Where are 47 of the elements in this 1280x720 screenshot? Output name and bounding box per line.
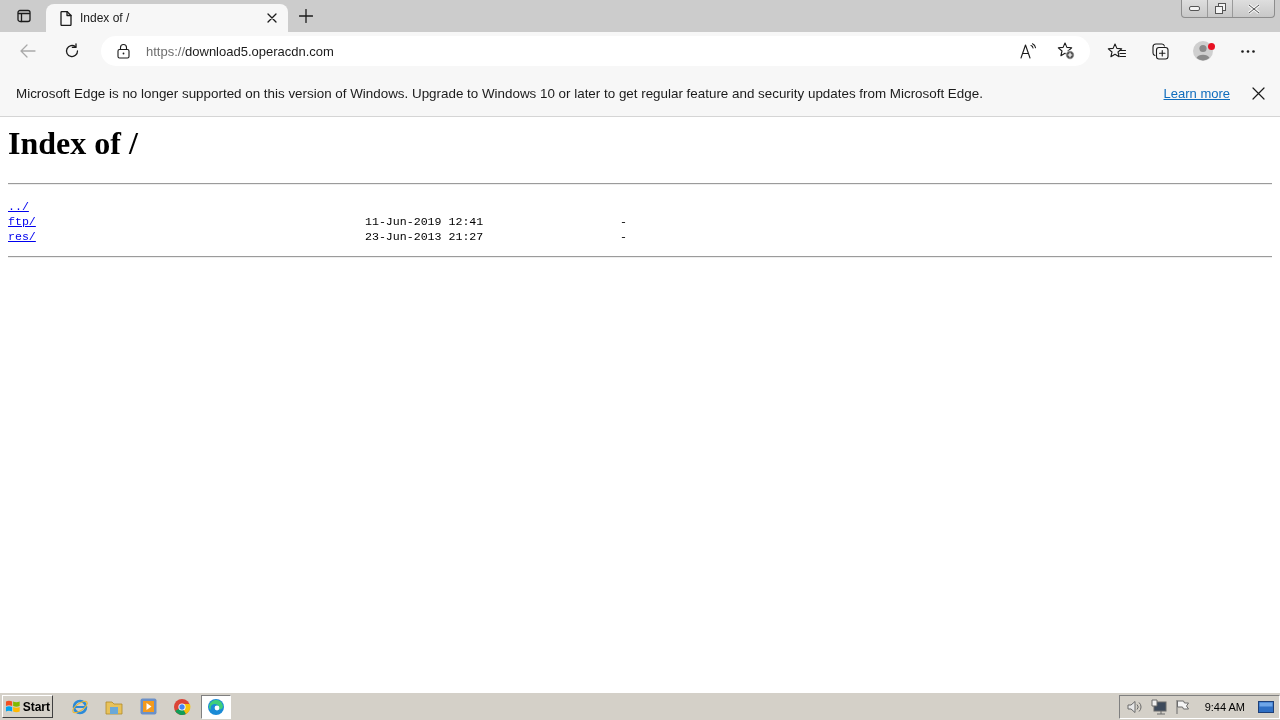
close-icon [1247,3,1260,14]
restore-icon [1214,3,1226,14]
browser-tab[interactable]: Index of / [46,4,288,32]
refresh-icon [64,43,80,59]
desktop-icon [1258,700,1274,713]
dismiss-button[interactable] [1250,85,1266,101]
start-button[interactable]: Start [2,695,53,718]
close-icon [267,13,277,23]
size-text: - [620,229,627,244]
globe-e-icon [71,697,89,716]
more-dots-icon [1241,49,1255,53]
directory-link[interactable]: ftp/ [8,214,36,229]
avatar-icon [1193,40,1215,62]
flag-icon [1175,699,1191,714]
speaker-icon [1126,699,1143,714]
learn-more-link[interactable]: Learn more [1163,85,1230,101]
directory-link[interactable]: res/ [8,229,36,244]
read-aloud-icon [1020,43,1038,59]
wave-ball-icon [207,697,225,716]
collections-icon [1151,42,1169,60]
address-bar[interactable]: https://download5.operacdn.com [101,36,1090,66]
taskbar-app-button[interactable] [201,694,231,719]
document-icon [60,10,72,26]
close-icon [1251,86,1265,100]
play-tile-icon [139,698,157,715]
folder-icon [105,698,123,715]
size-text: - [620,214,627,229]
directory-link[interactable]: ../ [8,199,29,214]
tab-title: Index of / [80,11,131,25]
star-plus-icon [1057,42,1075,60]
network-button[interactable] [1148,696,1169,717]
star-list-icon [1106,43,1126,59]
modified-date: 23-Jun-2013 21:27 [365,229,484,244]
show-desktop-button[interactable] [1257,698,1275,715]
back-arrow-icon [20,44,36,58]
modified-date: 11-Jun-2019 12:41 [365,214,484,229]
clock-text: 9:44 AM [1204,700,1245,713]
page-heading: Index of / [8,125,138,162]
unsupported-notice: Microsoft Edge is no longer supported on this version of Windows. Upgrade to Windows 10 or later to get regular feature and security updates from Microsoft Edge. [16,85,984,101]
sidebar-panel-icon [17,9,31,23]
lock-icon [117,43,130,59]
network-monitor-icon [1150,698,1167,715]
minimize-icon [1189,6,1200,11]
url-text: https://download5.operacdn.com [146,43,335,59]
plus-icon [299,9,313,23]
chrome-ball-icon [173,697,191,716]
windows-flag-icon [5,699,21,714]
